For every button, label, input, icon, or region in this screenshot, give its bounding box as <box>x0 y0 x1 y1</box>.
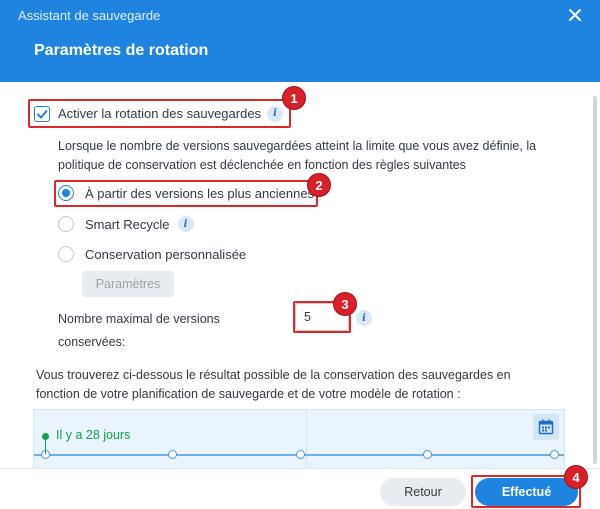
back-button[interactable]: Retour <box>380 478 466 506</box>
calendar-button[interactable] <box>533 414 559 440</box>
callout-badge-2: 2 <box>307 173 331 197</box>
result-description: Vous trouverez ci-dessous le résultat po… <box>36 368 511 401</box>
timeline-point <box>550 450 559 459</box>
rotation-description: Lorsque le nombre de versions sauvegardé… <box>58 139 537 172</box>
page-title: Paramètres de rotation <box>34 42 209 59</box>
timeline-point <box>423 450 432 459</box>
scrollbar[interactable] <box>593 96 597 464</box>
timeline-marker-label: Il y a 28 jours <box>56 428 131 442</box>
radio-label: Conservation personnalisée <box>85 246 247 262</box>
callout-badge-3: 3 <box>333 292 357 316</box>
radio-label: Smart Recycle <box>85 216 170 232</box>
info-icon[interactable]: i <box>356 310 372 326</box>
timeline-marker-dot <box>42 433 49 440</box>
window-title: Assistant de sauvegarde <box>18 8 161 23</box>
callout-badge-4: 4 <box>564 465 588 489</box>
radio-button[interactable] <box>58 246 74 262</box>
radio-smart-recycle[interactable]: Smart Recycle i <box>58 216 194 232</box>
timeline-marker-line <box>45 438 46 454</box>
callout-box-1 <box>28 99 291 128</box>
radio-button[interactable] <box>58 216 74 232</box>
settings-button[interactable]: Paramètres <box>82 271 174 297</box>
timeline-gridline <box>306 410 307 468</box>
calendar-icon <box>538 419 554 435</box>
retention-timeline: Il y a 28 jours <box>33 409 565 469</box>
callout-badge-1: 1 <box>282 86 306 110</box>
timeline-point <box>296 450 305 459</box>
max-versions-label: Nombre maximal de versions conservées: <box>58 312 220 349</box>
radio-custom-retention[interactable]: Conservation personnalisée <box>58 246 246 262</box>
close-icon[interactable] <box>566 6 584 24</box>
timeline-point <box>168 450 177 459</box>
callout-box-2 <box>54 180 318 207</box>
info-icon[interactable]: i <box>177 216 194 232</box>
